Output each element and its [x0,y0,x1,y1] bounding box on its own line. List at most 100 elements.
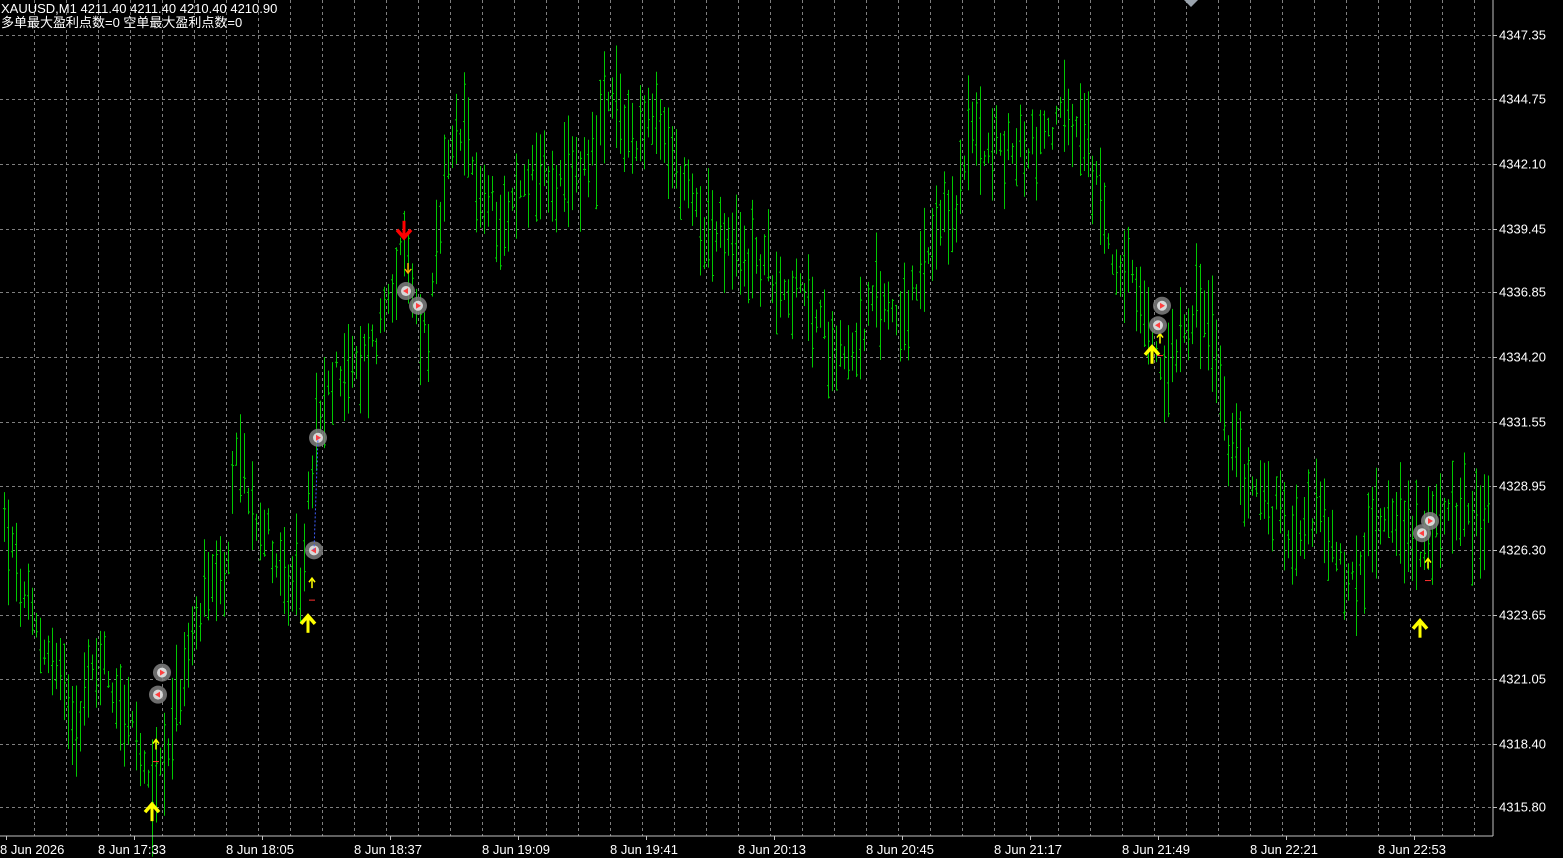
y-tick-label: 4339.45 [1499,222,1546,237]
trade-exit-marker-icon[interactable] [153,663,171,682]
ohlc-bar [1239,411,1242,505]
ohlc-bar [1431,491,1434,585]
ohlc-bar [727,217,730,256]
trade-entry-marker-icon[interactable] [397,282,415,301]
ohlc-bar [387,283,390,314]
buy-arrow-icon [1411,618,1429,638]
ohlc-bar [707,168,710,268]
ohlc-bar [1303,497,1306,560]
ohlc-bar [83,652,86,726]
ohlc-bar [135,701,138,771]
ohlc-bar [343,333,346,422]
chart-window[interactable]: 4347.35 4344.75 4342.10 4339.45 4336.85 4334.… [0,0,1563,858]
ohlc-bar [739,212,742,295]
ohlc-bar [235,432,238,466]
trade-exit-marker-icon[interactable] [1421,511,1439,530]
ohlc-bar [1035,126,1038,201]
ohlc-bar [599,79,602,146]
ohlc-bar [367,323,370,419]
ohlc-bar [807,254,810,342]
ohlc-bar [659,98,662,160]
ohlc-bar [639,85,642,162]
ohlc-bar [1091,155,1094,225]
ohlc-bar [399,237,402,256]
ohlc-bar [355,345,358,380]
trade-exit-marker-icon[interactable] [409,296,427,315]
ohlc-bar [579,151,582,232]
ohlc-bar [127,676,130,745]
ohlc-bar [1127,226,1130,293]
ohlc-bar [239,414,242,503]
ohlc-bar [943,171,946,233]
ohlc-bar [1075,116,1078,138]
ohlc-bar [903,262,906,351]
ohlc-bar [987,132,990,164]
ohlc-bar [391,274,394,323]
trade-entry-marker-icon[interactable] [149,685,167,704]
ohlc-bar [271,540,274,584]
ohlc-bar [423,312,426,333]
ohlc-bar [307,471,310,510]
ohlc-bar [683,157,686,201]
ohlc-bar [847,325,850,380]
ohlc-bar [339,366,342,397]
ohlc-bar [311,455,314,509]
ohlc-bar [615,45,618,149]
scroll-marker-icon[interactable] [1184,0,1198,7]
price-chart[interactable]: 4347.35 4344.75 4342.10 4339.45 4336.85 4334.… [0,0,1563,858]
ohlc-bar [799,273,802,293]
ohlc-bar [1387,480,1390,538]
ohlc-bar [331,362,334,425]
ohlc-bar [923,207,926,312]
ohlc-bar [115,668,118,729]
ohlc-bar [1047,117,1050,137]
ohlc-bar [811,276,814,368]
ohlc-bar [871,285,874,312]
symbol-quote-line: XAUUSD,M1 4211.40 4211.40 4210.40 4210.9… [1,1,278,16]
ohlc-bar [667,107,670,199]
ohlc-bar [679,165,682,220]
ohlc-bar [167,738,170,767]
ohlc-bar [891,299,894,323]
ohlc-bar [1119,255,1122,297]
ohlc-bar [1371,486,1374,573]
ohlc-bar [363,333,366,362]
ohlc-bar [703,217,706,270]
ohlc-bar [815,309,818,333]
ohlc-bar [663,106,666,163]
ohlc-bar [1375,467,1378,579]
ohlc-bar [783,279,786,300]
ohlc-bar [991,108,994,201]
x-tick-label: 8 Jun 22:21 [1250,842,1318,857]
ohlc-bar [43,639,46,665]
ohlc-bar [819,299,822,328]
ohlc-bar [1319,481,1322,533]
ohlc-bar [1183,314,1186,343]
ohlc-bar [983,150,986,166]
trade-entry-marker-icon[interactable] [1149,316,1167,335]
trade-exit-marker-icon[interactable] [1153,296,1171,315]
ohlc-bar [1383,507,1386,532]
ohlc-bar [1291,505,1294,585]
ohlc-bar [947,189,950,265]
ohlc-bar [1419,551,1422,568]
ohlc-bar [1139,266,1142,334]
ohlc-bar [1143,280,1146,348]
ohlc-bar [1395,491,1398,556]
ohlc-bar [1235,403,1238,478]
x-tick-label: 8 Jun 19:41 [610,842,678,857]
ohlc-bar [327,370,330,396]
ohlc-bar [1199,263,1202,370]
ohlc-bar [1379,508,1382,545]
ohlc-bar [1159,357,1162,380]
ohlc-bar [823,289,826,340]
ohlc-bar [195,596,198,650]
ohlc-bar [1487,475,1490,523]
ohlc-bar [95,638,98,708]
ohlc-bar [867,281,870,326]
ohlc-bar [131,710,134,728]
ohlc-bar [1403,500,1406,584]
ohlc-bar [883,283,886,323]
ohlc-bar [295,513,298,615]
ohlc-bar [455,93,458,165]
